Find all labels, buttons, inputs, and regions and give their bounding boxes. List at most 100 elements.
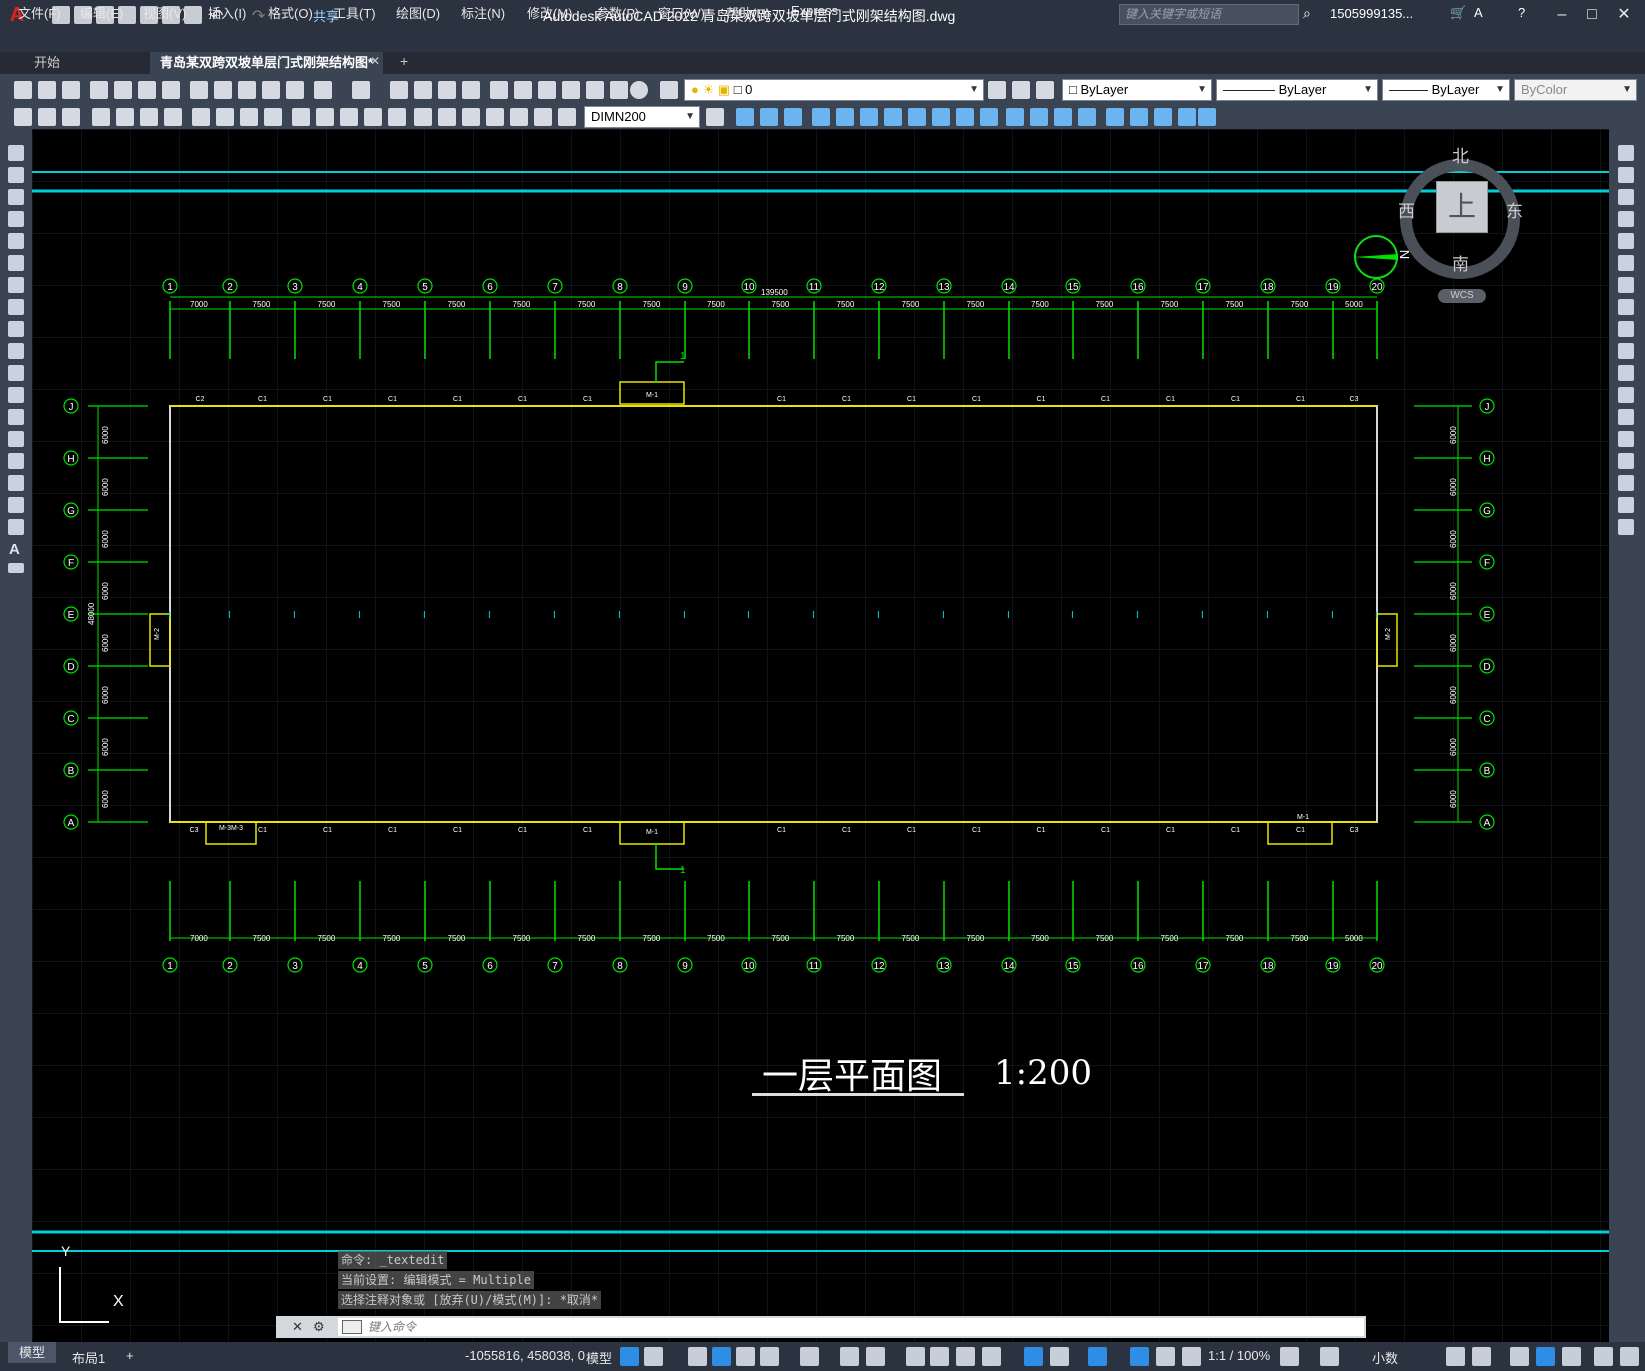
menu-express[interactable]: Express: [791, 3, 838, 18]
modify-icon-4[interactable]: [812, 108, 830, 126]
copy-object-icon[interactable]: [1618, 167, 1634, 183]
dimension-text-edit-icon[interactable]: [534, 108, 552, 126]
search-icon[interactable]: ⌕: [1303, 5, 1311, 22]
lock-ui-icon[interactable]: [1472, 1347, 1491, 1366]
text-icon[interactable]: A: [9, 541, 20, 558]
search-input[interactable]: 键入关键字或短语: [1119, 4, 1299, 25]
make-block-icon[interactable]: [8, 409, 24, 425]
infer-constraints-icon[interactable]: [688, 1347, 707, 1366]
undo-icon[interactable]: [314, 81, 332, 99]
3d-print-icon[interactable]: [162, 81, 180, 99]
dimension-space-icon[interactable]: [364, 108, 382, 126]
compass-south[interactable]: 南: [1452, 250, 1469, 275]
minimize-icon[interactable]: –: [1548, 3, 1576, 27]
modify-icon-16[interactable]: [1106, 108, 1124, 126]
transparency-icon[interactable]: [930, 1347, 949, 1366]
workspace-gear-icon[interactable]: [1280, 1347, 1299, 1366]
menu-file[interactable]: 文件(F): [18, 3, 61, 22]
selection-cycling-icon[interactable]: [956, 1347, 975, 1366]
tab-drawing[interactable]: 青岛某双跨双坡单层门式刚架结构图*: [150, 52, 384, 74]
polyline-icon[interactable]: [8, 189, 24, 205]
table-icon[interactable]: [8, 519, 24, 535]
maximize-icon[interactable]: □: [1578, 3, 1606, 27]
copy-icon[interactable]: [214, 81, 232, 99]
rotate-icon[interactable]: [1618, 277, 1634, 293]
ext-icon-2[interactable]: [38, 108, 56, 126]
modify-icon-2[interactable]: [760, 108, 778, 126]
polar-tracking-icon[interactable]: [760, 1347, 779, 1366]
region-icon[interactable]: [8, 497, 24, 513]
revision-cloud-icon[interactable]: [8, 299, 24, 315]
selection-filter-icon[interactable]: [1050, 1347, 1069, 1366]
layer-state-icon[interactable]: [1036, 81, 1054, 99]
dynamic-input-icon[interactable]: [712, 1347, 731, 1366]
quick-dimension-icon[interactable]: [292, 108, 310, 126]
sheet-set-icon[interactable]: [562, 81, 580, 99]
auto-scale-icon[interactable]: [1156, 1347, 1175, 1366]
annotation-monitor-icon[interactable]: [1320, 1347, 1339, 1366]
annotation-scale-icon[interactable]: [1182, 1347, 1201, 1366]
publish-icon[interactable]: [138, 81, 156, 99]
close-icon[interactable]: ✕: [1610, 3, 1638, 27]
modify-icon-1[interactable]: [736, 108, 754, 126]
user-account[interactable]: 1505999135...: [1330, 6, 1413, 21]
snap-icon[interactable]: [644, 1347, 663, 1366]
annotation-visibility-icon[interactable]: [1130, 1347, 1149, 1366]
autodesk-icon[interactable]: A: [1474, 5, 1483, 20]
modify-icon-13[interactable]: [1030, 108, 1048, 126]
polygon-icon[interactable]: [8, 211, 24, 227]
scale-icon[interactable]: [1618, 299, 1634, 315]
menu-edit[interactable]: 编辑(E): [80, 3, 123, 22]
angular-dimension-icon[interactable]: [264, 108, 282, 126]
cut-icon[interactable]: [190, 81, 208, 99]
dimension-style-icon[interactable]: [706, 108, 724, 126]
menu-format[interactable]: 格式(O): [268, 3, 313, 22]
modify-icon-12[interactable]: [1006, 108, 1024, 126]
menu-tools[interactable]: 工具(T): [333, 3, 376, 22]
new-icon[interactable]: [14, 81, 32, 99]
3d-osnap-icon[interactable]: [982, 1347, 1001, 1366]
dimension-break-icon[interactable]: [388, 108, 406, 126]
point-icon[interactable]: [8, 431, 24, 447]
lineweight-icon[interactable]: [906, 1347, 925, 1366]
modify-icon-20[interactable]: [1198, 108, 1216, 126]
explode-icon[interactable]: [1618, 519, 1634, 535]
ortho-icon[interactable]: [736, 1347, 755, 1366]
extend-icon[interactable]: [1618, 365, 1634, 381]
radius-dimension-icon[interactable]: [192, 108, 210, 126]
brush-icon[interactable]: [286, 81, 304, 99]
hatch-icon[interactable]: [8, 453, 24, 469]
dimension-edit-icon[interactable]: [510, 108, 528, 126]
close-tab-icon[interactable]: ✕: [370, 54, 380, 68]
command-prompt-icon[interactable]: [342, 1320, 362, 1334]
paste-icon[interactable]: [238, 81, 256, 99]
ellipse-arc-icon[interactable]: [8, 365, 24, 381]
object-snap-icon[interactable]: [866, 1347, 885, 1366]
redo-icon[interactable]: [352, 81, 370, 99]
new-tab-icon[interactable]: +: [400, 53, 408, 69]
modify-icon-9[interactable]: [932, 108, 950, 126]
add-selected-icon[interactable]: [8, 563, 24, 573]
add-layout-button[interactable]: +: [126, 1348, 134, 1363]
modify-icon-5[interactable]: [836, 108, 854, 126]
break-icon[interactable]: [1618, 409, 1634, 425]
modify-icon-11[interactable]: [980, 108, 998, 126]
rectangle-icon[interactable]: [8, 233, 24, 249]
menu-parametric[interactable]: 参数(P): [596, 3, 639, 22]
modify-icon-17[interactable]: [1130, 108, 1148, 126]
layer-dropdown[interactable]: ● ☀ ▣ □ 0 ▼: [684, 79, 984, 101]
offset-icon[interactable]: [1618, 211, 1634, 227]
circle-icon[interactable]: [8, 277, 24, 293]
zoom-realtime-icon[interactable]: [414, 81, 432, 99]
compass-west[interactable]: 西: [1398, 197, 1415, 222]
menu-insert[interactable]: 插入(I): [208, 3, 246, 22]
join-icon[interactable]: [1618, 431, 1634, 447]
modify-icon-6[interactable]: [860, 108, 878, 126]
dynamic-ucs-icon[interactable]: [1024, 1347, 1043, 1366]
dimension-update-icon[interactable]: [558, 108, 576, 126]
menu-view[interactable]: 视图(V): [143, 3, 186, 22]
menu-dimension[interactable]: 标注(N): [461, 3, 505, 22]
match-properties-icon[interactable]: [262, 81, 280, 99]
compass-east[interactable]: 东: [1506, 197, 1523, 222]
calculator-icon[interactable]: [610, 81, 628, 99]
